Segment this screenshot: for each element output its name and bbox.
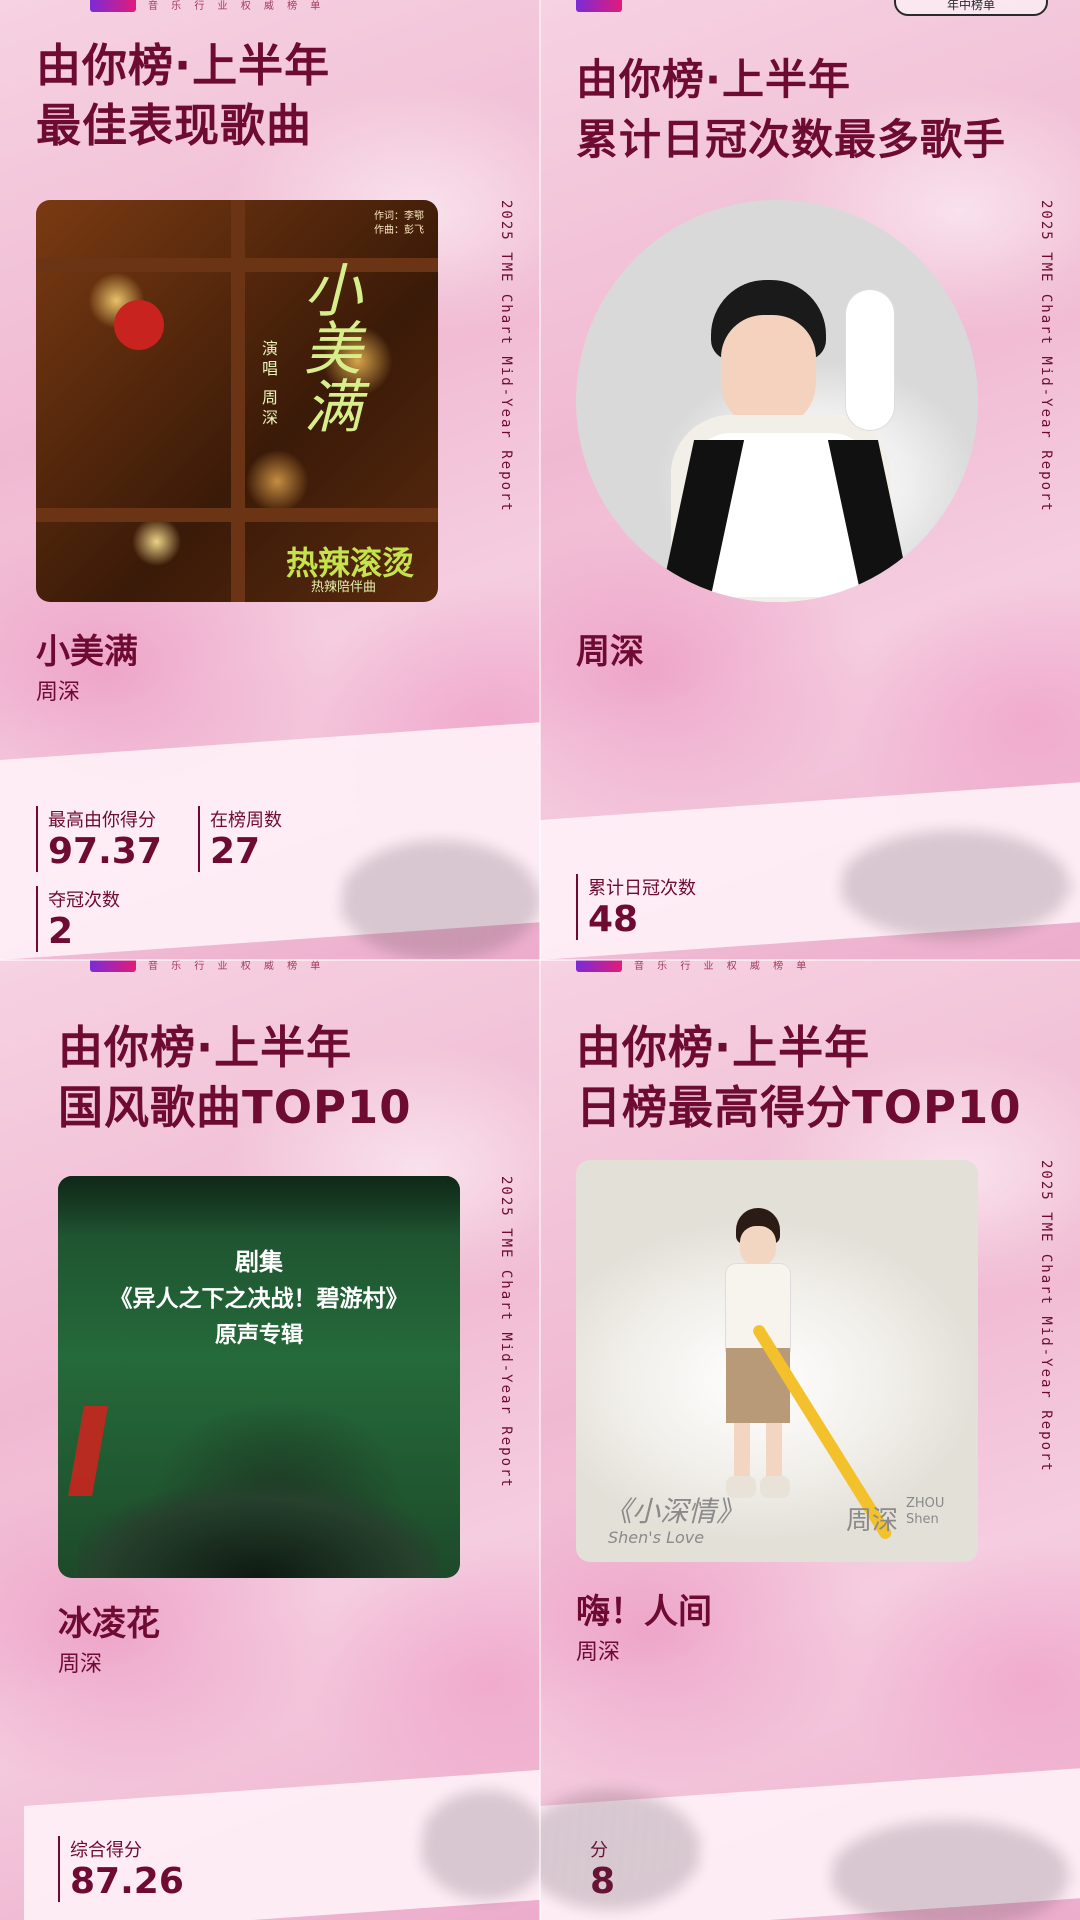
cover-text-block: 剧集 《异人之下之决战！碧游村》 原声专辑 [109,1248,409,1348]
stat-label: 累计日冠次数 [588,878,696,899]
brand-logo-bar [576,960,622,972]
scribble-mark [420,1790,540,1900]
stat-value: 48 [588,899,639,940]
artist-face [721,315,816,430]
stat-value: 87.26 [70,1861,184,1902]
cover-singer-note: 演唱 周深 [259,340,278,430]
panel-title: 由你榜·上半年 累计日冠次数最多歌手 [576,50,1006,170]
panel-title-line2: 日榜最高得分TOP10 [576,1081,1022,1134]
brand-header: 音 乐 行 业 权 威 榜 单 [90,0,325,16]
panel-title-line1: 由你榜·上半年 [576,1021,871,1074]
report-vertical-label: 2025 TME Chart Mid-Year Report [1038,1160,1054,1473]
panel-title: 由你榜·上半年 最佳表现歌曲 [36,36,330,156]
stat-label: 夺冠次数 [48,890,120,911]
brand-logo-bar [90,0,136,12]
stat-value: 27 [210,831,261,872]
brand-header: 音 乐 行 业 权 威 榜 单 [576,960,811,976]
artist-name: 周深 [576,632,644,672]
song-title: 嗨！人间 [576,1592,712,1632]
stat-label: 在榜周数 [210,810,282,831]
cover-album-title: 《小深情》 [604,1495,745,1528]
cover-album-subtitle: Shen's Love [608,1528,705,1547]
brand-tagline: 音 乐 行 业 权 威 榜 单 [148,961,326,972]
song-artist: 周深 [36,680,81,705]
cover-drama-sub: 热辣陪伴曲 [311,580,377,595]
brand-header: 音 乐 行 业 权 威 榜 单 [90,960,325,976]
brand-tagline: 音 乐 行 业 权 威 榜 单 [634,961,812,972]
panel-title-line1: 由你榜·上半年 [36,39,331,92]
grid-divider-horizontal [0,959,1080,961]
scribble-mark [340,840,540,960]
cover-credits: 作词：李鄂 作曲：彭飞 [374,211,424,236]
report-vertical-label: 2025 TME Chart Mid-Year Report [498,1176,514,1489]
panel-daily-top10: 音 乐 行 业 权 威 榜 单 由你榜·上半年 日榜最高得分TOP10 2025… [540,960,1080,1920]
scribble-mark [830,1820,1070,1920]
panel-best-song: 音 乐 行 业 权 威 榜 单 由你榜·上半年 最佳表现歌曲 2025 TME … [0,0,540,960]
album-cover-xiaomeiman[interactable]: 作词：李鄂 作曲：彭飞 小美满 演唱 周深 热辣滚烫 热辣陪伴曲 [36,200,438,602]
crowd-silhouette [78,1426,440,1578]
song-title: 冰凌花 [58,1604,160,1644]
scribble-mark [840,830,1070,940]
stat-number-one-count: 夺冠次数 2 [36,886,120,952]
album-cover-binglinghua[interactable]: 剧集 《异人之下之决战！碧游村》 原声专辑 [58,1176,460,1578]
panel-guofeng-top10: 音 乐 行 业 权 威 榜 单 由你榜·上半年 国风歌曲TOP10 2025 T… [0,960,540,1920]
song-artist: 周深 [576,1640,621,1665]
panel-top-artist: 年中榜单 由你榜·上半年 累计日冠次数最多歌手 2025 TME Chart M… [540,0,1080,960]
panel-title-line2: 累计日冠次数最多歌手 [576,115,1007,164]
panel-title-line1: 由你榜·上半年 [576,55,851,104]
cover-artist-name: 周深 [846,1506,899,1536]
stat-peak-score: 最高由你得分 97.37 [36,806,162,872]
midyear-badge: 年中榜单 [894,0,1048,16]
panel-title-line2: 最佳表现歌曲 [36,99,313,152]
brand-logo-bar [576,0,622,12]
report-vertical-label: 2025 TME Chart Mid-Year Report [498,200,514,513]
cover-artist-latin: ZHOU Shen [906,1496,945,1527]
stat-value: 2 [48,911,74,952]
stat-overall-score: 综合得分 87.26 [58,1836,184,1902]
panel-title: 由你榜·上半年 国风歌曲TOP10 [58,1018,412,1138]
panel-title: 由你榜·上半年 日榜最高得分TOP10 [576,1018,1022,1138]
stat-daily-champion-count: 累计日冠次数 48 [576,874,696,940]
stat-label: 综合得分 [70,1840,142,1861]
cover-art-title: 小美满 [294,260,362,434]
brand-logo-bar [90,960,136,972]
report-vertical-label: 2025 TME Chart Mid-Year Report [1038,200,1054,513]
song-title: 小美满 [36,632,138,672]
song-artist: 周深 [58,1652,103,1677]
stat-weeks-on-chart: 在榜周数 27 [198,806,282,872]
album-cover-xiaoshenqing[interactable]: 《小深情》 Shen's Love 周深 ZHOU Shen [576,1160,978,1562]
brand-header [576,0,622,16]
stat-label: 最高由你得分 [48,810,156,831]
panel-title-line1: 由你榜·上半年 [58,1021,353,1074]
artist-photo-circle[interactable] [576,200,978,602]
stat-value: 97.37 [48,831,162,872]
panel-title-line2: 国风歌曲TOP10 [58,1081,412,1134]
brand-tagline: 音 乐 行 业 权 威 榜 单 [148,1,326,12]
